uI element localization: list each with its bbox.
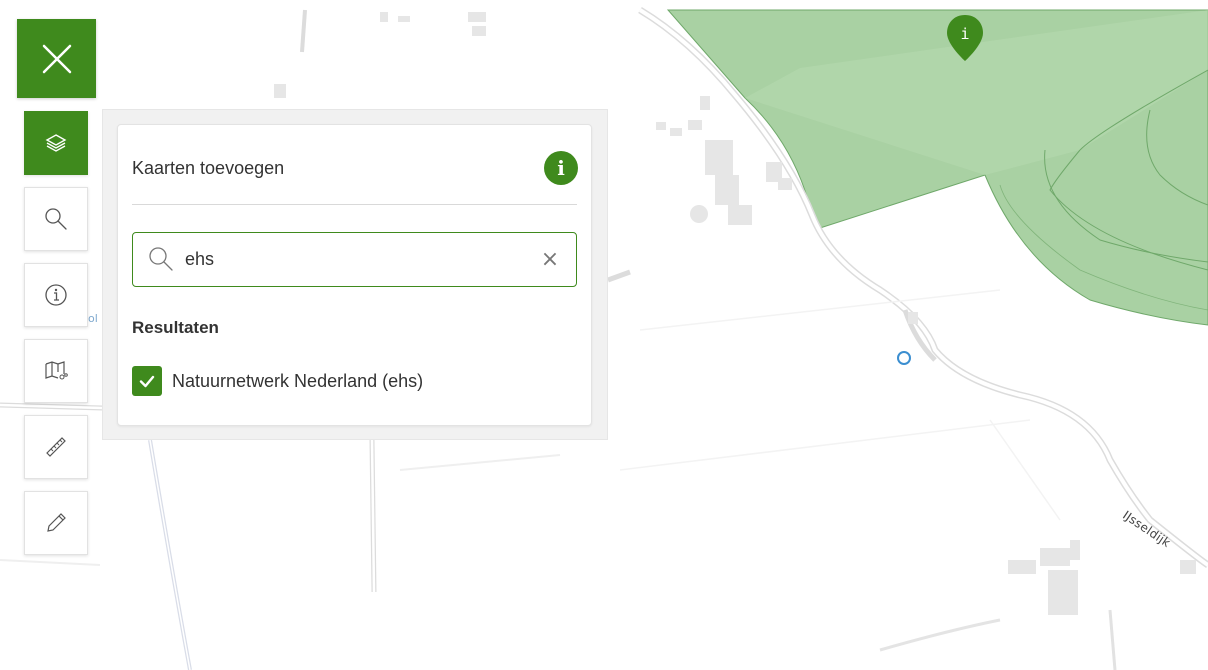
search-box[interactable]: × <box>132 232 577 287</box>
info-tool-button[interactable] <box>24 263 88 327</box>
ruler-icon <box>46 437 66 457</box>
location-dot <box>897 351 911 365</box>
layers-icon <box>45 134 67 152</box>
pencil-icon <box>47 513 66 532</box>
svg-text:i: i <box>960 25 969 43</box>
map-compare-button[interactable] <box>24 339 88 403</box>
close-icon <box>42 44 71 73</box>
results-heading: Resultaten <box>132 318 219 337</box>
info-icon <box>45 284 67 306</box>
measure-button[interactable] <box>24 415 88 479</box>
search-input[interactable] <box>185 245 525 273</box>
result-item[interactable]: Natuurnetwerk Nederland (ehs) <box>132 366 423 396</box>
map-compare-icon <box>45 361 68 380</box>
info-icon: i <box>557 156 565 180</box>
draw-button[interactable] <box>24 491 88 555</box>
map-info-marker-icon[interactable]: i <box>945 13 985 65</box>
search-icon <box>45 208 67 230</box>
divider <box>132 204 577 205</box>
svg-text:ol: ol <box>88 312 98 325</box>
result-label: Natuurnetwerk Nederland (ehs) <box>172 370 424 391</box>
panel-title: Kaarten toevoegen <box>132 158 285 178</box>
clear-search-button[interactable]: × <box>537 246 563 272</box>
search-tool-button[interactable] <box>24 187 88 251</box>
search-icon <box>149 247 173 271</box>
panel-info-button[interactable]: i <box>544 151 578 185</box>
check-icon <box>139 375 155 388</box>
result-checkbox[interactable] <box>132 366 162 396</box>
add-maps-panel: Kaarten toevoegen i × Resultaten Natuurn… <box>117 124 592 426</box>
layers-button[interactable] <box>24 111 88 175</box>
close-button[interactable] <box>17 19 96 98</box>
